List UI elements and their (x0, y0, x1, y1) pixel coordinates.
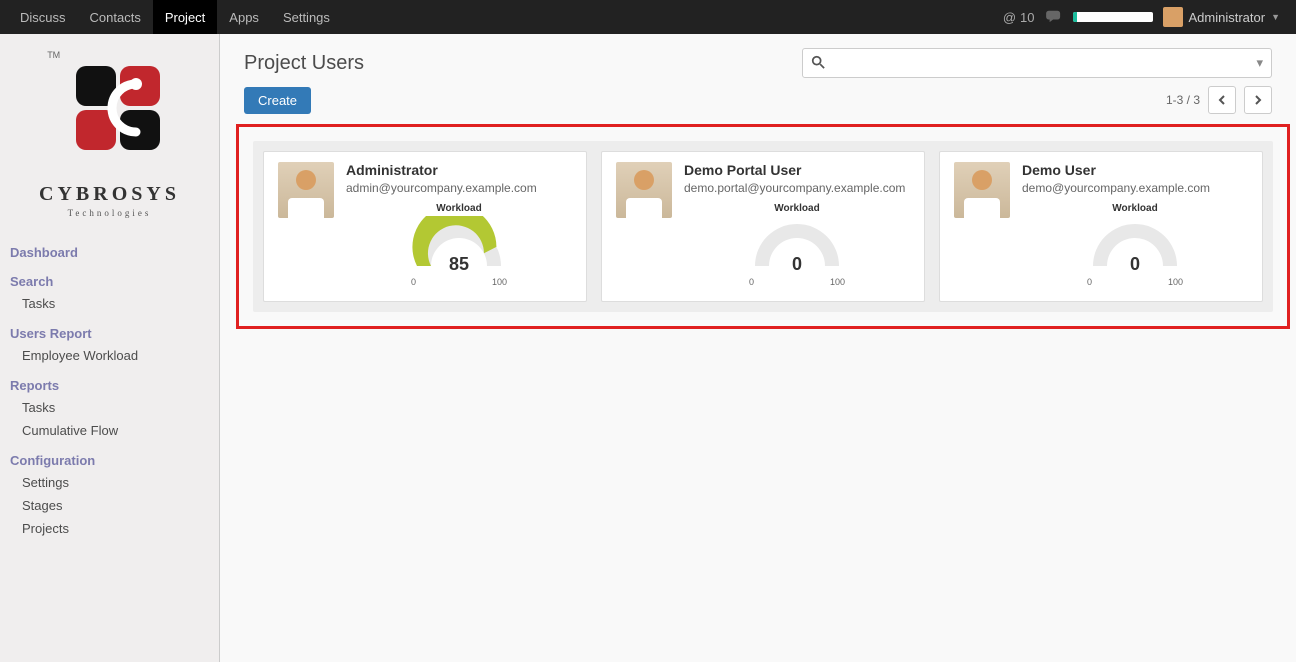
sidebar-link[interactable]: Employee Workload (0, 344, 219, 367)
sidebar-header[interactable]: Users Report (0, 323, 219, 344)
user-card[interactable]: Administrator admin@yourcompany.example.… (263, 151, 587, 302)
workload-label: Workload (1022, 203, 1248, 214)
card-name: Demo Portal User (684, 162, 910, 178)
gauge-min: 0 (411, 277, 416, 287)
pager-prev-button[interactable] (1208, 86, 1236, 114)
card-email: demo@yourcompany.example.com (1022, 181, 1248, 195)
sidebar-link[interactable]: Tasks (0, 292, 219, 315)
avatar (954, 162, 1010, 218)
sidebar-link[interactable]: Stages (0, 494, 219, 517)
sidebar-header[interactable]: Search (0, 271, 219, 292)
gauge-max: 100 (1168, 277, 1183, 287)
pager-next-button[interactable] (1244, 86, 1272, 114)
caret-down-icon: ▼ (1271, 12, 1280, 22)
workload-label: Workload (684, 203, 910, 214)
gauge: 0 0 100 (747, 216, 847, 287)
nav-right: @ 10 Administrator ▼ (1003, 0, 1288, 34)
pager-count: 1-3 / 3 (1166, 93, 1200, 107)
search-icon (811, 55, 825, 72)
search-input[interactable] (831, 56, 1256, 71)
tm-mark: TM (47, 50, 60, 60)
workload-label: Workload (346, 203, 572, 214)
sidebar-section: SearchTasks (0, 267, 219, 319)
user-card[interactable]: Demo Portal User demo.portal@yourcompany… (601, 151, 925, 302)
avatar (616, 162, 672, 218)
card-email: demo.portal@yourcompany.example.com (684, 181, 910, 195)
search-options-icon[interactable]: ▾ (1256, 55, 1263, 71)
avatar-icon (1163, 7, 1183, 27)
page-title: Project Users (244, 52, 364, 75)
main: Project Users ▾ Create 1-3 / 3 (220, 34, 1296, 662)
progress-bar[interactable] (1073, 12, 1153, 22)
sidebar-link[interactable]: Tasks (0, 396, 219, 419)
kanban-row: Administrator admin@yourcompany.example.… (253, 141, 1273, 312)
nav-left: DiscussContactsProjectAppsSettings (8, 0, 342, 34)
sidebar-section: Dashboard (0, 238, 219, 267)
sidebar-section: ConfigurationSettingsStagesProjects (0, 446, 219, 544)
nav-item-project[interactable]: Project (153, 0, 217, 34)
search-wrap: ▾ (802, 48, 1272, 78)
sidebar-section: ReportsTasksCumulative Flow (0, 371, 219, 446)
create-button[interactable]: Create (244, 87, 311, 114)
gauge: 0 0 100 (1085, 216, 1185, 287)
sidebar-link[interactable]: Cumulative Flow (0, 419, 219, 442)
mention-indicator[interactable]: @ 10 (1003, 10, 1035, 25)
user-label: Administrator (1189, 10, 1266, 25)
logo-icon (58, 54, 178, 174)
chat-icon[interactable] (1045, 9, 1063, 26)
gauge-min: 0 (1087, 277, 1092, 287)
at-icon: @ (1003, 10, 1016, 25)
chevron-left-icon (1217, 95, 1227, 105)
sidebar-header[interactable]: Reports (0, 375, 219, 396)
chevron-right-icon (1253, 95, 1263, 105)
sidebar-link[interactable]: Projects (0, 517, 219, 540)
nav-item-contacts[interactable]: Contacts (78, 0, 153, 34)
user-menu[interactable]: Administrator ▼ (1163, 7, 1281, 27)
gauge-max: 100 (492, 277, 507, 287)
sidebar-header[interactable]: Configuration (0, 450, 219, 471)
brand-name: CYBROSYS (20, 183, 199, 206)
avatar (278, 162, 334, 218)
nav-item-discuss[interactable]: Discuss (8, 0, 78, 34)
sidebar-header[interactable]: Dashboard (0, 242, 219, 263)
mention-count: 10 (1020, 10, 1034, 25)
kanban-highlight: Administrator admin@yourcompany.example.… (236, 124, 1290, 329)
user-card[interactable]: Demo User demo@yourcompany.example.com W… (939, 151, 1263, 302)
gauge-max: 100 (830, 277, 845, 287)
card-email: admin@yourcompany.example.com (346, 181, 572, 195)
gauge: 85 0 100 (409, 216, 509, 287)
sidebar: TM CYBROSYS Technologies Dashboard Search… (0, 34, 220, 662)
nav-item-settings[interactable]: Settings (271, 0, 342, 34)
brand-logo: TM CYBROSYS Technologies (0, 44, 219, 238)
toolbar: Create 1-3 / 3 (220, 86, 1296, 124)
top-nav: DiscussContactsProjectAppsSettings @ 10 … (0, 0, 1296, 34)
card-name: Demo User (1022, 162, 1248, 178)
brand-sub: Technologies (20, 208, 199, 218)
header-row: Project Users ▾ (220, 34, 1296, 86)
nav-item-apps[interactable]: Apps (217, 0, 271, 34)
sidebar-section: Users ReportEmployee Workload (0, 319, 219, 371)
card-name: Administrator (346, 162, 572, 178)
shell: TM CYBROSYS Technologies Dashboard Search… (0, 34, 1296, 662)
gauge-min: 0 (749, 277, 754, 287)
search-box[interactable]: ▾ (802, 48, 1272, 78)
sidebar-link[interactable]: Settings (0, 471, 219, 494)
pager: 1-3 / 3 (1166, 86, 1272, 114)
